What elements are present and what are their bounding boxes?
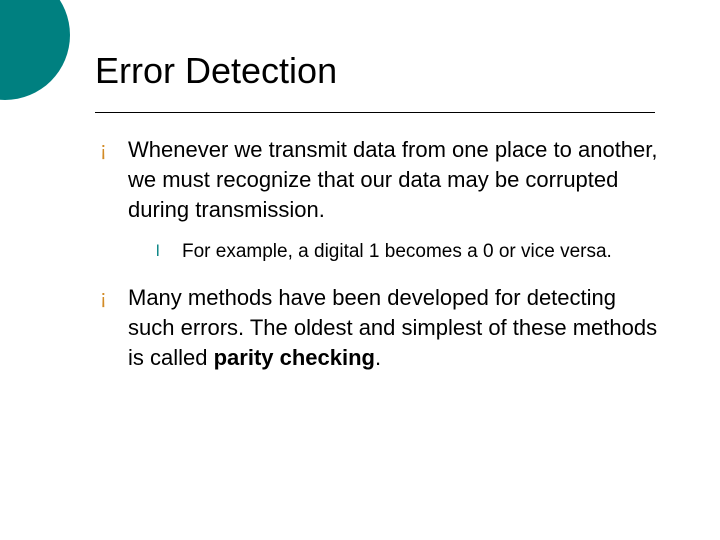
- bullet-icon: ¡: [100, 135, 128, 165]
- list-item: ¡ Whenever we transmit data from one pla…: [100, 135, 665, 225]
- list-item: ¡ Many methods have been developed for d…: [100, 283, 665, 373]
- decorative-circle: [0, 0, 70, 100]
- title-underline: [95, 112, 655, 113]
- list-subitem: l For example, a digital 1 becomes a 0 o…: [156, 239, 665, 265]
- subbullet-icon: l: [156, 239, 182, 265]
- list-subitem-text: For example, a digital 1 becomes a 0 or …: [182, 239, 665, 265]
- list-item-text: Many methods have been developed for det…: [128, 283, 665, 373]
- bullet-icon: ¡: [100, 283, 128, 313]
- list-item-text: Whenever we transmit data from one place…: [128, 135, 665, 225]
- slide-body: ¡ Whenever we transmit data from one pla…: [100, 135, 665, 387]
- slide-title: Error Detection: [95, 50, 337, 92]
